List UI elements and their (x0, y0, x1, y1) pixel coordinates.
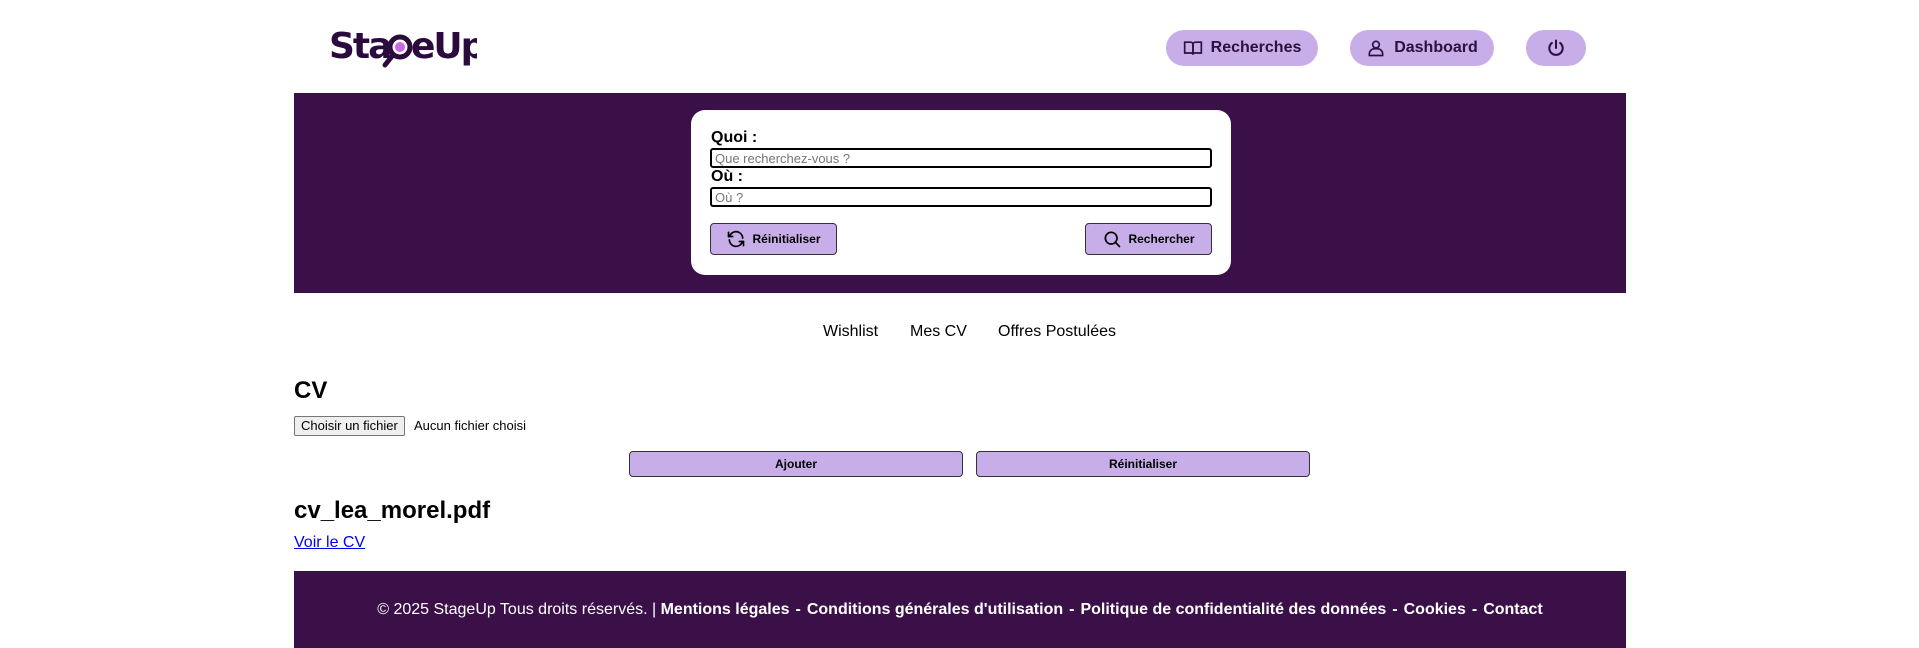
logo-graphic: Sta eUp (329, 26, 488, 68)
search-label: Rechercher (1128, 232, 1195, 246)
footer-link-contact[interactable]: Contact (1483, 601, 1543, 619)
search-form: Quoi : Où : Réinitialiser Rechercher (691, 110, 1231, 275)
footer: © 2025 StageUp Tous droits réservés. | M… (294, 571, 1626, 648)
footer-link-privacy[interactable]: Politique de confidentialité des données (1080, 601, 1386, 619)
nav-recherches-button[interactable]: Recherches (1166, 30, 1318, 66)
footer-separator: - (1471, 600, 1478, 618)
choose-file-button[interactable]: Choisir un fichier (294, 416, 405, 436)
tab-wishlist[interactable]: Wishlist (823, 323, 878, 341)
nav-dashboard-label: Dashboard (1394, 39, 1478, 56)
add-cv-button[interactable]: Ajouter (629, 451, 963, 477)
file-status: Aucun fichier choisi (414, 418, 526, 433)
footer-separator: - (1069, 600, 1075, 618)
tab-offres-postulees[interactable]: Offres Postulées (998, 323, 1116, 341)
user-icon (1368, 40, 1384, 57)
footer-separator: - (795, 600, 801, 618)
footer-link-cgu[interactable]: Conditions générales d'utilisation (807, 601, 1063, 619)
svg-text:eUp: eUp (411, 26, 477, 67)
nav-recherches-label: Recherches (1210, 39, 1302, 56)
reset-cv-button[interactable]: Réinitialiser (976, 451, 1310, 477)
power-icon (1548, 39, 1564, 56)
footer-separator: - (1392, 600, 1398, 618)
reset-search-label: Réinitialiser (752, 232, 821, 246)
svg-text:Sta: Sta (329, 26, 390, 67)
footer-copyright: © 2025 StageUp Tous droits réservés. | (377, 600, 657, 618)
tab-mes-cv[interactable]: Mes CV (910, 323, 967, 341)
nav-dashboard-button[interactable]: Dashboard (1350, 30, 1494, 66)
search-button[interactable]: Rechercher (1085, 223, 1212, 255)
logout-button[interactable] (1526, 30, 1586, 66)
search-icon (1104, 231, 1121, 248)
book-icon (1183, 41, 1202, 55)
where-label: Où : (711, 168, 743, 185)
what-label: Quoi : (711, 129, 758, 146)
refresh-icon (728, 230, 745, 248)
stageup-logo[interactable]: Sta eUp (327, 18, 488, 70)
footer-link-mentions[interactable]: Mentions légales (661, 601, 790, 619)
where-input[interactable] (710, 187, 1212, 207)
reset-search-button[interactable]: Réinitialiser (710, 223, 837, 255)
footer-link-cookies[interactable]: Cookies (1404, 601, 1466, 619)
cv-section-title: CV (294, 377, 328, 404)
cv-file-name: cv_lea_morel.pdf (294, 497, 491, 524)
what-input[interactable] (710, 148, 1212, 168)
view-cv-link[interactable]: Voir le CV (294, 534, 365, 552)
